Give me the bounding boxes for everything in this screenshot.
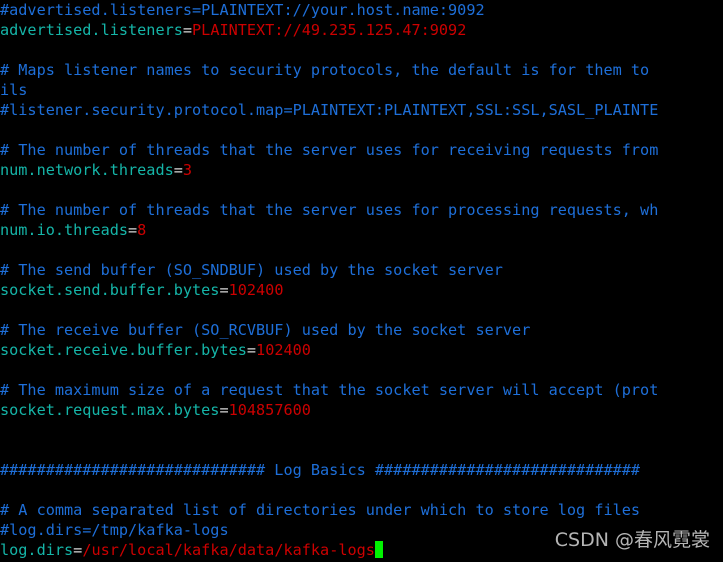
terminal-line: socket.request.max.bytes=104857600 (0, 400, 723, 420)
terminal-line: # The maximum size of a request that the… (0, 380, 723, 400)
property-key: log.dirs (0, 541, 74, 559)
comment-text: #listener.security.protocol.map=PLAINTEX… (0, 101, 659, 119)
comment-text: # The receive buffer (SO_RCVBUF) used by… (0, 321, 531, 339)
equals-sign: = (246, 341, 257, 359)
terminal-line (0, 180, 723, 200)
comment-text: #advertised.listeners=PLAINTEXT://your.h… (0, 1, 485, 19)
terminal-line: #advertised.listeners=PLAINTEXT://your.h… (0, 0, 723, 20)
property-value: /usr/local/kafka/data/kafka-logs (82, 541, 375, 559)
terminal-line: ############################# Log Basics… (0, 460, 723, 480)
terminal-window[interactable]: #advertised.listeners=PLAINTEXT://your.h… (0, 0, 723, 562)
terminal-line (0, 360, 723, 380)
terminal-line: #log.dirs=/tmp/kafka-logs (0, 520, 723, 540)
comment-text: ils (0, 81, 28, 99)
comment-text: # The send buffer (SO_SNDBUF) used by th… (0, 261, 503, 279)
property-value: 8 (137, 221, 147, 239)
terminal-line: advertised.listeners=PLAINTEXT://49.235.… (0, 20, 723, 40)
property-key: num.io.threads (0, 221, 129, 239)
property-key: socket.request.max.bytes (0, 401, 220, 419)
equals-sign: = (173, 161, 183, 179)
terminal-line: #listener.security.protocol.map=PLAINTEX… (0, 100, 723, 120)
terminal-screen[interactable]: #advertised.listeners=PLAINTEXT://your.h… (0, 0, 723, 560)
property-key: socket.receive.buffer.bytes (0, 341, 247, 359)
terminal-line: num.network.threads=3 (0, 160, 723, 180)
comment-text: # The number of threads that the server … (0, 141, 659, 159)
terminal-line: # The number of threads that the server … (0, 140, 723, 160)
comment-text: # The maximum size of a request that the… (0, 381, 659, 399)
text-cursor (374, 541, 384, 558)
terminal-line (0, 440, 723, 460)
comment-text: #log.dirs=/tmp/kafka-logs (0, 521, 229, 539)
terminal-line: # Maps listener names to security protoc… (0, 60, 723, 80)
equals-sign: = (182, 21, 193, 39)
equals-sign: = (219, 281, 229, 299)
terminal-line (0, 300, 723, 320)
comment-text: # The number of threads that the server … (0, 201, 659, 219)
terminal-line: socket.send.buffer.bytes=102400 (0, 280, 723, 300)
terminal-line: # The send buffer (SO_SNDBUF) used by th… (0, 260, 723, 280)
property-value: PLAINTEXT://49.235.125.47:9092 (192, 21, 467, 39)
terminal-line: # The number of threads that the server … (0, 200, 723, 220)
property-value: 102400 (228, 281, 284, 299)
terminal-line (0, 240, 723, 260)
equals-sign: = (73, 541, 83, 559)
property-value: 3 (182, 161, 193, 179)
property-key: advertised.listeners (0, 21, 183, 39)
comment-text: # A comma separated list of directories … (0, 501, 641, 519)
terminal-line: ils (0, 80, 723, 100)
equals-sign: = (128, 221, 138, 239)
terminal-line: log.dirs=/usr/local/kafka/data/kafka-log… (0, 540, 723, 560)
terminal-line (0, 40, 723, 60)
terminal-line (0, 480, 723, 500)
property-value: 102400 (256, 341, 311, 359)
property-value: 104857600 (228, 401, 311, 419)
comment-text: # Maps listener names to security protoc… (0, 61, 650, 79)
equals-sign: = (219, 401, 229, 419)
terminal-line (0, 420, 723, 440)
property-key: num.network.threads (0, 161, 174, 179)
terminal-line: # The receive buffer (SO_RCVBUF) used by… (0, 320, 723, 340)
terminal-line: # A comma separated list of directories … (0, 500, 723, 520)
property-key: socket.send.buffer.bytes (0, 281, 220, 299)
terminal-line: num.io.threads=8 (0, 220, 723, 240)
comment-text: ############################# Log Basics… (0, 461, 641, 479)
terminal-line (0, 120, 723, 140)
terminal-line: socket.receive.buffer.bytes=102400 (0, 340, 723, 360)
